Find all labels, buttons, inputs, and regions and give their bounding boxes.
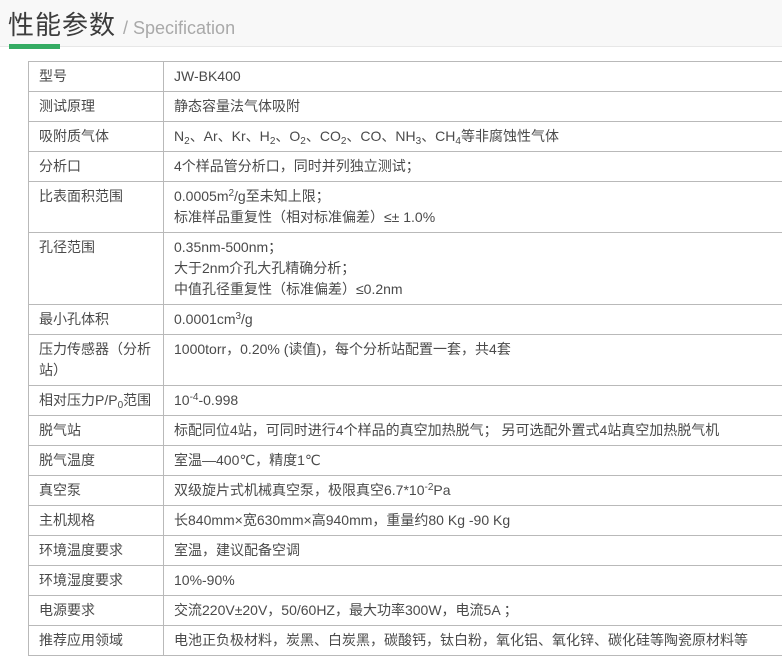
text-line: 大于2nm介孔大孔精确分析；: [174, 260, 356, 276]
table-row: 相对压力P/P0范围 10-4-0.998: [28, 385, 782, 416]
text-line: 10-4-0.998: [174, 392, 239, 408]
text-line: 电池正负极材料，炭黑、白炭黑，碳酸钙，钛白粉，氧化铝、氧化锌、碳化硅等陶瓷原材料…: [174, 632, 748, 648]
page-title-zh: 性能参数: [8, 10, 117, 40]
spec-label-cell: 相对压力P/P0范围: [28, 385, 164, 416]
text-line: 静态容量法气体吸附: [174, 98, 300, 114]
spec-label-cell: 脱气温度: [28, 445, 164, 476]
spec-label-cell: 测试原理: [28, 91, 164, 122]
page: 性能参数 / Specification 型号 JW-BK400 测试原理 静态…: [0, 0, 782, 656]
text-line: 10%-90%: [174, 572, 235, 588]
table-row: 推荐应用领域 电池正负极材料，炭黑、白炭黑，碳酸钙，钛白粉，氧化铝、氧化锌、碳化…: [28, 625, 782, 656]
table-row: 脱气站 标配同位4站，可同时进行4个样品的真空加热脱气； 另可选配外置式4站真空…: [28, 415, 782, 446]
text-line: 0.35nm-500nm；: [174, 239, 283, 255]
table-row: 最小孔体积 0.0001cm3/g: [28, 304, 782, 335]
table-row: 分析口 4个样品管分析口，同时并列独立测试；: [28, 151, 782, 182]
text-line: 室温，建议配备空调: [174, 542, 300, 558]
text-line: 长840mm×宽630mm×高940mm，重量约80 Kg -90 Kg: [174, 512, 511, 528]
spec-label-cell: 真空泵: [28, 475, 164, 506]
text-line: 1000torr，0.20% (读值)，每个分析站配置一套，共4套: [174, 341, 511, 357]
spec-label-cell: 孔径范围: [28, 232, 164, 305]
text-line: 交流220V±20V，50/60HZ，最大功率300W，电流5A ；: [174, 602, 518, 618]
table-row: 比表面积范围 0.0005m2/g至未知上限； 标准样品重复性（相对标准偏差）≤±…: [28, 181, 782, 233]
spec-label-cell: 环境湿度要求: [28, 565, 164, 596]
spec-value-cell: 0.0005m2/g至未知上限； 标准样品重复性（相对标准偏差）≤± 1.0%: [163, 181, 782, 233]
table-row: 压力传感器（分析站） 1000torr，0.20% (读值)，每个分析站配置一套…: [28, 334, 782, 386]
spec-label-cell: 推荐应用领域: [28, 625, 164, 656]
table-row: 孔径范围 0.35nm-500nm； 大于2nm介孔大孔精确分析； 中值孔径重复性（…: [28, 232, 782, 305]
spec-label-cell: 环境温度要求: [28, 535, 164, 566]
spec-value-cell: 电池正负极材料，炭黑、白炭黑，碳酸钙，钛白粉，氧化铝、氧化锌、碳化硅等陶瓷原材料…: [163, 625, 782, 656]
table-row: 脱气温度 室温—400℃，精度1℃: [28, 445, 782, 476]
text-line: 4个样品管分析口，同时并列独立测试；: [174, 158, 420, 174]
text-line: 中值孔径重复性（标准偏差）≤0.2nm: [174, 281, 403, 297]
page-title: 性能参数 / Specification: [8, 5, 235, 42]
text-line: N2、Ar、Kr、H2、O2、CO2、CO、NH3、CH4等非腐蚀性气体: [174, 128, 559, 147]
spec-value-cell: 双级旋片式机械真空泵，极限真空6.7*10-2Pa: [163, 475, 782, 506]
spec-value-cell: 10%-90%: [163, 565, 782, 596]
spec-value-cell: JW-BK400: [163, 61, 782, 92]
spec-value-cell: 室温—400℃，精度1℃: [163, 445, 782, 476]
spec-value-cell: 10-4-0.998: [163, 385, 782, 416]
accent-bar: [9, 44, 60, 49]
spec-label-cell: 吸附质气体: [28, 121, 164, 152]
spec-value-cell: 室温，建议配备空调: [163, 535, 782, 566]
table-row: 测试原理 静态容量法气体吸附: [28, 91, 782, 122]
text-line: 标准样品重复性（相对标准偏差）≤± 1.0%: [174, 209, 436, 225]
spec-value-cell: 0.0001cm3/g: [163, 304, 782, 335]
spec-table-body: 型号 JW-BK400 测试原理 静态容量法气体吸附 吸附质气体 N2、Ar、K…: [28, 61, 782, 656]
spec-label-cell: 比表面积范围: [28, 181, 164, 233]
spec-value-cell: 长840mm×宽630mm×高940mm，重量约80 Kg -90 Kg: [163, 505, 782, 536]
text-line: 0.0001cm3/g: [174, 311, 253, 327]
spec-label-cell: 最小孔体积: [28, 304, 164, 335]
spec-table: 型号 JW-BK400 测试原理 静态容量法气体吸附 吸附质气体 N2、Ar、K…: [28, 61, 782, 656]
spec-value-cell: 0.35nm-500nm； 大于2nm介孔大孔精确分析； 中值孔径重复性（标准偏差）…: [163, 232, 782, 305]
text-line: 双级旋片式机械真空泵，极限真空6.7*10-2Pa: [174, 482, 451, 498]
text-line: 室温—400℃，精度1℃: [174, 452, 321, 468]
spec-label-cell: 脱气站: [28, 415, 164, 446]
table-row: 电源要求 交流220V±20V，50/60HZ，最大功率300W，电流5A ；: [28, 595, 782, 626]
table-row: 环境湿度要求 10%-90%: [28, 565, 782, 596]
page-title-en: / Specification: [123, 18, 236, 38]
spec-label-cell: 电源要求: [28, 595, 164, 626]
text-line: JW-BK400: [174, 68, 241, 84]
table-row: 吸附质气体 N2、Ar、Kr、H2、O2、CO2、CO、NH3、CH4等非腐蚀性…: [28, 121, 782, 152]
spec-value-cell: 标配同位4站，可同时进行4个样品的真空加热脱气； 另可选配外置式4站真空加热脱气…: [163, 415, 782, 446]
table-row: 主机规格 长840mm×宽630mm×高940mm，重量约80 Kg -90 K…: [28, 505, 782, 536]
spec-value-cell: 静态容量法气体吸附: [163, 91, 782, 122]
spec-value-cell: 交流220V±20V，50/60HZ，最大功率300W，电流5A ；: [163, 595, 782, 626]
spec-value-cell: 1000torr，0.20% (读值)，每个分析站配置一套，共4套: [163, 334, 782, 386]
table-row: 环境温度要求 室温，建议配备空调: [28, 535, 782, 566]
spec-label-cell: 压力传感器（分析站）: [28, 334, 164, 386]
text-line: 标配同位4站，可同时进行4个样品的真空加热脱气； 另可选配外置式4站真空加热脱气…: [174, 422, 720, 438]
spec-label-cell: 分析口: [28, 151, 164, 182]
spec-label-cell: 型号: [28, 61, 164, 92]
text-line: 0.0005m2/g至未知上限；: [174, 188, 330, 204]
spec-value-cell: N2、Ar、Kr、H2、O2、CO2、CO、NH3、CH4等非腐蚀性气体: [163, 121, 782, 152]
table-row: 真空泵 双级旋片式机械真空泵，极限真空6.7*10-2Pa: [28, 475, 782, 506]
spec-value-cell: 4个样品管分析口，同时并列独立测试；: [163, 151, 782, 182]
table-row: 型号 JW-BK400: [28, 61, 782, 92]
spec-label-cell: 主机规格: [28, 505, 164, 536]
section-header: 性能参数 / Specification: [0, 0, 782, 49]
